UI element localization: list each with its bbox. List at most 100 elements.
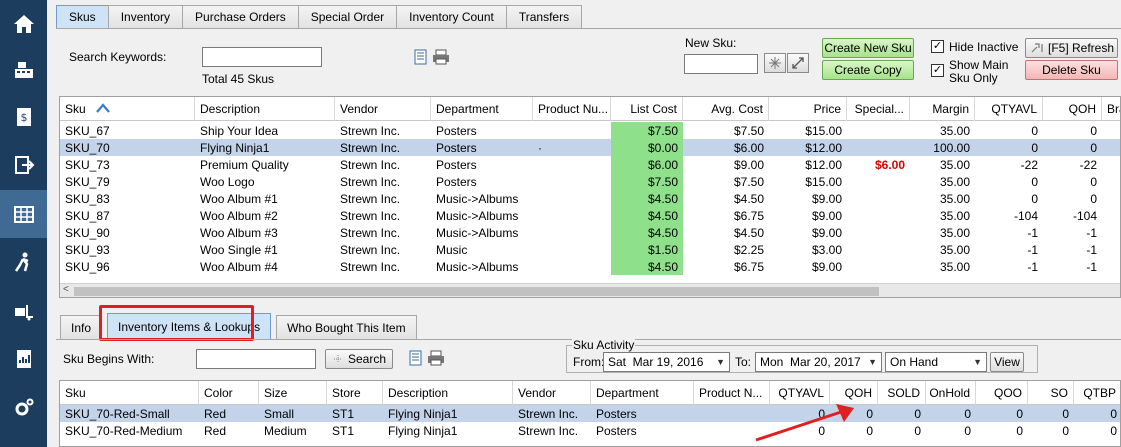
table-row[interactable]: SKU_79 Woo Logo Strewn Inc. Posters $7.50 $7.… <box>60 173 1120 190</box>
chevron-down-icon: ▼ <box>973 357 982 367</box>
hide-inactive-checkbox[interactable]: ✓ <box>931 40 944 53</box>
sku-grid-header-cell[interactable]: Price <box>769 97 847 121</box>
sku-grid-header-cell[interactable]: Bran <box>1102 97 1120 121</box>
sku-grid-header-cell[interactable]: List Cost <box>611 97 683 121</box>
table-cell: $6.00 <box>611 156 683 173</box>
expand-icon[interactable] <box>787 53 809 73</box>
inventory-icon[interactable] <box>0 190 47 238</box>
table-row[interactable]: SKU_83 Woo Album #1 Strewn Inc. Music->Albu… <box>60 190 1120 207</box>
inventory-items-grid: Sku Color Size Store Description Vendor Depart… <box>59 380 1121 447</box>
sku-grid-header-cell[interactable]: Sku <box>60 97 195 121</box>
create-new-sku-button[interactable]: Create New Sku <box>822 38 914 58</box>
search-keywords-input[interactable] <box>202 47 322 67</box>
table-cell: 35.00 <box>939 208 970 223</box>
sku-grid-hscroll-thumb[interactable] <box>74 287 879 296</box>
table-row[interactable]: SKU_96 Woo Album #4 Strewn Inc. Music->Albu… <box>60 258 1120 275</box>
table-cell: -1 <box>1086 242 1097 257</box>
from-date-picker[interactable]: Sat Mar 19, 2016 ▼ <box>603 352 730 372</box>
table-cell: $0.00 <box>611 139 683 156</box>
sku-grid-header-cell[interactable]: Department <box>431 97 533 121</box>
show-main-sku-checkbox[interactable]: ✓ <box>931 64 944 77</box>
items-grid-header-cell[interactable]: Vendor <box>513 381 591 405</box>
search-button-label: Search <box>347 352 387 366</box>
printer-icon-2[interactable] <box>427 350 445 366</box>
tab-transfers[interactable]: Transfers <box>505 5 583 28</box>
sku-grid-header-cell[interactable]: QTYAVL <box>975 97 1043 121</box>
receipt-icon[interactable]: $ <box>0 93 47 141</box>
items-grid-header-cell[interactable]: SO <box>1028 381 1074 405</box>
document-icon[interactable] <box>413 49 429 65</box>
tab-purchase-orders[interactable]: Purchase Orders <box>182 5 299 28</box>
table-cell: $3.00 <box>811 242 842 257</box>
sku-grid-header-cell[interactable]: QOH <box>1043 97 1102 121</box>
refresh-label: [F5] Refresh <box>1048 41 1115 55</box>
table-cell: SKU_70 <box>65 140 110 155</box>
table-cell: 0 <box>1090 140 1097 155</box>
tab-skus[interactable]: Skus <box>56 5 109 28</box>
items-grid-header-cell[interactable]: Store <box>327 381 383 405</box>
document-icon-2[interactable] <box>408 350 424 366</box>
tab-inventory[interactable]: Inventory <box>107 5 184 28</box>
items-grid-header-cell[interactable]: OnHold <box>926 381 976 405</box>
sku-grid-header-cell[interactable]: Special... <box>847 97 910 121</box>
items-grid-header-cell[interactable]: QOO <box>976 381 1028 405</box>
table-row[interactable]: SKU_93 Woo Single #1 Strewn Inc. Music $1.50… <box>60 241 1120 258</box>
logout-icon[interactable] <box>0 141 47 189</box>
items-grid-header-cell[interactable]: Description <box>383 381 513 405</box>
table-cell: Strewn Inc. <box>340 242 401 257</box>
create-copy-button[interactable]: Create Copy <box>822 60 914 80</box>
sku-grid: Sku Description Vendor Department Product Nu… <box>59 96 1121 298</box>
sku-grid-header-cell[interactable]: Product Nu... <box>533 97 611 121</box>
search-button[interactable]: Search <box>325 349 393 369</box>
sku-begins-input[interactable] <box>196 349 316 369</box>
items-grid-header-cell[interactable]: Department <box>591 381 694 405</box>
items-grid-header-cell[interactable]: Size <box>259 381 327 405</box>
table-cell: $12.00 <box>805 157 842 172</box>
new-sku-input[interactable] <box>684 54 758 74</box>
sku-activity-title: Sku Activity <box>572 338 636 352</box>
to-date-picker[interactable]: Mon Mar 20, 2017 ▼ <box>755 352 882 372</box>
table-cell <box>533 258 611 275</box>
table-row[interactable]: SKU_70-Red-Medium Red Medium ST1 Flying Ninj… <box>60 422 1120 439</box>
table-cell: Flying Ninja1 <box>388 423 458 438</box>
sku-grid-header-cell[interactable]: Vendor <box>335 97 431 121</box>
activity-mode-select[interactable]: On Hand ▼ <box>885 352 987 372</box>
items-grid-header-cell[interactable]: Sku <box>60 381 199 405</box>
sku-grid-header-cell[interactable]: Avg. Cost <box>683 97 769 121</box>
table-row[interactable]: SKU_67 Ship Your Idea Strewn Inc. Posters $7… <box>60 122 1120 139</box>
table-cell: $4.50 <box>611 207 683 224</box>
sparkle-icon[interactable] <box>764 53 786 73</box>
reports-icon[interactable] <box>0 335 47 383</box>
table-cell: Red <box>204 406 227 421</box>
refresh-button[interactable]: [F5] Refresh <box>1025 38 1118 58</box>
table-row[interactable]: SKU_70-Red-Small Red Small ST1 Flying Ninja1… <box>60 405 1120 422</box>
items-grid-header-cell[interactable]: SOLD <box>878 381 926 405</box>
table-cell: 35.00 <box>939 123 970 138</box>
view-button[interactable]: View <box>990 352 1024 372</box>
tab-inventory-count[interactable]: Inventory Count <box>396 5 507 28</box>
table-row[interactable]: SKU_87 Woo Album #2 Strewn Inc. Music->Albu… <box>60 207 1120 224</box>
items-grid-header-cell[interactable]: Color <box>199 381 259 405</box>
sort-ascending-icon[interactable] <box>86 102 110 116</box>
customer-icon[interactable] <box>0 238 47 286</box>
register-icon[interactable] <box>0 46 47 94</box>
settings-icon[interactable] <box>0 384 47 432</box>
delete-sku-button[interactable]: Delete Sku <box>1025 60 1118 80</box>
sku-grid-hscrollbar[interactable]: < <box>60 283 1120 297</box>
table-cell: -104 <box>1072 208 1097 223</box>
table-cell <box>1102 241 1120 258</box>
table-row[interactable]: SKU_90 Woo Album #3 Strewn Inc. Music->Albu… <box>60 224 1120 241</box>
scroll-left-icon[interactable]: < <box>63 284 69 295</box>
home-icon[interactable] <box>0 0 47 48</box>
table-row[interactable]: SKU_73 Premium Quality Strewn Inc. Posters $… <box>60 156 1120 173</box>
sku-grid-header-cell[interactable]: Description <box>195 97 335 121</box>
tab-who-bought-this-item[interactable]: Who Bought This Item <box>276 315 417 339</box>
table-row[interactable]: SKU_70 Flying Ninja1 Strewn Inc. Posters · $0… <box>60 139 1120 156</box>
printer-icon[interactable] <box>432 49 450 65</box>
table-cell: Woo Single #1 <box>200 242 278 257</box>
items-grid-header-cell[interactable]: QTBP <box>1074 381 1120 405</box>
sku-grid-header-cell[interactable]: Margin <box>910 97 975 121</box>
tab-info[interactable]: Info <box>60 315 103 339</box>
tab-special-order[interactable]: Special Order <box>297 5 398 28</box>
shipping-icon[interactable] <box>0 287 47 335</box>
